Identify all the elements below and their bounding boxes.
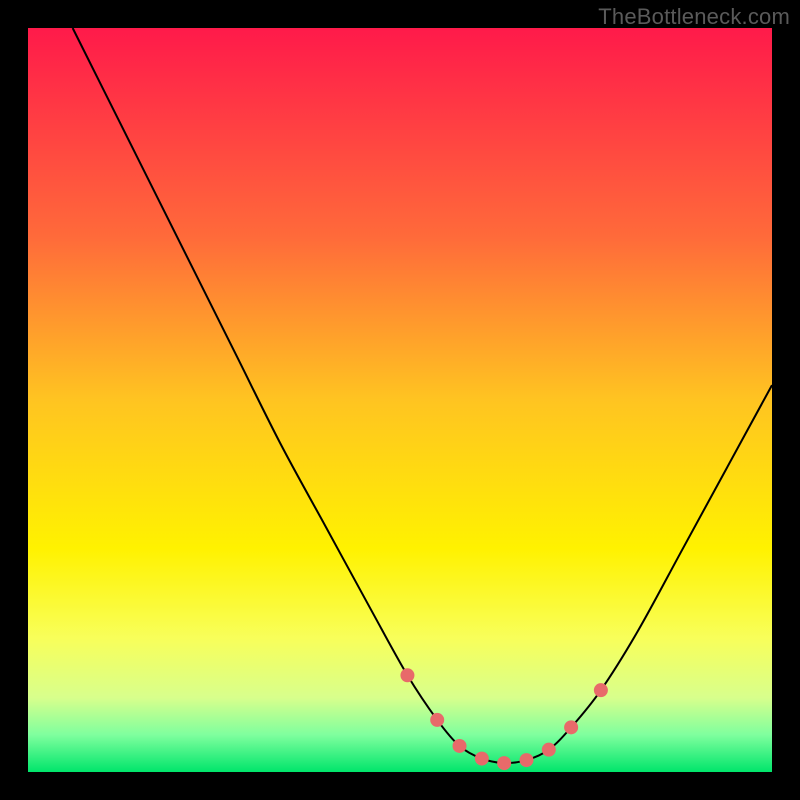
highlight-marker	[564, 720, 578, 734]
highlight-marker	[475, 752, 489, 766]
chart-svg	[0, 0, 800, 800]
chart-gradient-bg	[28, 28, 772, 772]
highlight-marker	[430, 713, 444, 727]
bottleneck-chart: TheBottleneck.com	[0, 0, 800, 800]
highlight-marker	[519, 753, 533, 767]
highlight-marker	[497, 756, 511, 770]
highlight-marker	[453, 739, 467, 753]
highlight-marker	[400, 668, 414, 682]
watermark-label: TheBottleneck.com	[598, 4, 790, 30]
highlight-marker	[594, 683, 608, 697]
highlight-marker	[542, 743, 556, 757]
